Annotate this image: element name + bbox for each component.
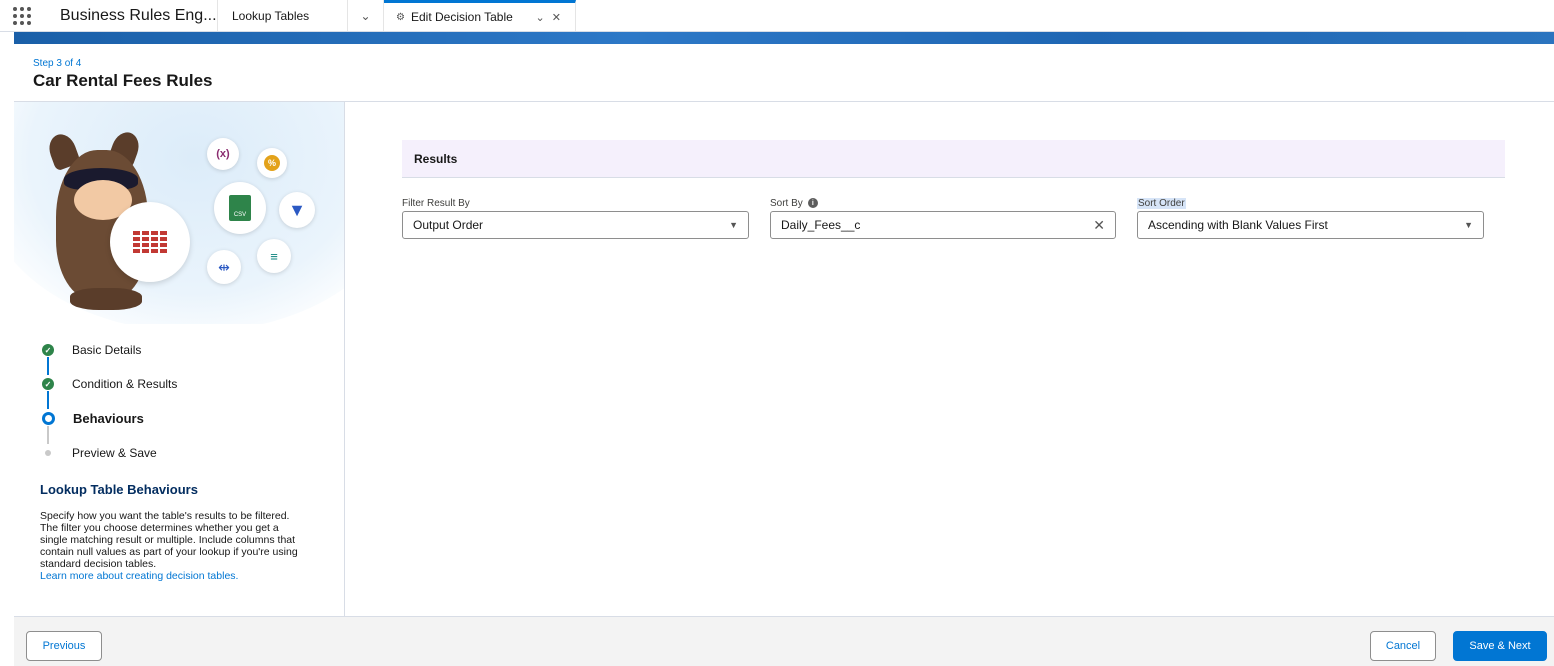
dropdown-caret-icon: ▼ xyxy=(729,220,738,230)
step-condition-results[interactable]: ✓ Condition & Results xyxy=(42,377,177,391)
step-label: Condition & Results xyxy=(72,377,178,391)
data-mapping-icon: ≡ xyxy=(257,239,291,273)
step-connector xyxy=(47,426,49,444)
help-panel: Lookup Table Behaviours Specify how you … xyxy=(40,482,300,582)
sort-by-value: Daily_Fees__c xyxy=(781,218,861,232)
sort-by-field: Sort By i Daily_Fees__c ✕ xyxy=(770,196,1116,239)
app-name: Business Rules Eng... xyxy=(44,0,218,31)
filter-icon: ▼ xyxy=(279,192,315,228)
decision-table-icon: ⚙ xyxy=(396,11,405,23)
sort-order-label: Sort Order xyxy=(1137,197,1186,209)
page-title: Car Rental Fees Rules xyxy=(33,71,213,90)
cancel-button[interactable]: Cancel xyxy=(1370,631,1436,661)
clear-icon[interactable]: ✕ xyxy=(1093,217,1105,234)
filter-result-by-select[interactable]: Output Order ▼ xyxy=(402,211,749,239)
step-label: Preview & Save xyxy=(72,446,157,460)
main-content: Results Filter Result By Output Order ▼ … xyxy=(345,102,1554,616)
flow-icon: ⇹ xyxy=(207,250,241,284)
variable-icon: (x) xyxy=(207,138,239,170)
sort-by-input[interactable]: Daily_Fees__c ✕ xyxy=(770,211,1116,239)
tab-edit-decision-table[interactable]: ⚙ Edit Decision Table ⌄ ✕ xyxy=(384,0,576,31)
results-section-header: Results xyxy=(402,140,1505,178)
csv-file-icon: CSV xyxy=(214,182,266,234)
nav-item-lookup-tables[interactable]: Lookup Tables xyxy=(218,0,348,31)
step-current-ring-icon xyxy=(42,412,55,425)
step-connector xyxy=(47,391,49,409)
page-header: Step 3 of 4 Car Rental Fees Rules xyxy=(14,44,1554,102)
sort-order-field: Sort Order Ascending with Blank Values F… xyxy=(1137,196,1484,239)
nav-menu-chevron-icon[interactable]: ⌄ xyxy=(348,0,384,31)
decorative-header-strip xyxy=(14,32,1554,44)
step-label: Basic Details xyxy=(72,343,142,357)
learn-more-link[interactable]: Learn more about creating decision table… xyxy=(40,570,300,582)
previous-button[interactable]: Previous xyxy=(26,631,102,661)
app-launcher-button[interactable] xyxy=(0,0,44,31)
dropdown-caret-icon: ▼ xyxy=(1464,220,1473,230)
step-future-dot-icon xyxy=(45,450,51,456)
step-indicator: Step 3 of 4 xyxy=(33,58,82,69)
step-behaviours[interactable]: Behaviours xyxy=(42,411,144,426)
step-preview-save[interactable]: Preview & Save xyxy=(42,446,157,460)
step-complete-check-icon: ✓ xyxy=(42,344,54,356)
info-icon[interactable]: i xyxy=(807,198,818,208)
save-next-button[interactable]: Save & Next xyxy=(1453,631,1547,661)
step-complete-check-icon: ✓ xyxy=(42,378,54,390)
app-launcher-icon xyxy=(13,6,31,25)
help-text: Specify how you want the table's results… xyxy=(40,510,298,570)
sort-by-label: Sort By i xyxy=(770,196,1116,210)
tab-label: Edit Decision Table xyxy=(410,10,513,24)
wizard-footer: Previous Cancel Save & Next xyxy=(14,616,1554,666)
step-connector xyxy=(47,357,49,375)
filter-result-by-value: Output Order xyxy=(413,218,484,232)
tab-actions-chevron-close-icon[interactable]: ⌄ ✕ xyxy=(536,11,564,24)
step-basic-details[interactable]: ✓ Basic Details xyxy=(42,343,141,357)
step-label: Behaviours xyxy=(73,411,144,426)
filter-result-by-field: Filter Result By Output Order ▼ xyxy=(402,196,749,239)
decision-table-icon xyxy=(110,202,190,282)
sort-order-select[interactable]: Ascending with Blank Values First ▼ xyxy=(1137,211,1484,239)
percent-icon: % xyxy=(257,148,287,178)
top-navigation-bar: Business Rules Eng... Lookup Tables ⌄ ⚙ … xyxy=(0,0,1554,32)
filter-result-by-label: Filter Result By xyxy=(402,197,470,209)
help-title: Lookup Table Behaviours xyxy=(40,482,198,497)
astro-illustration: (x) % CSV ▼ ⇹ ≡ xyxy=(14,102,344,324)
sort-order-value: Ascending with Blank Values First xyxy=(1148,218,1328,232)
